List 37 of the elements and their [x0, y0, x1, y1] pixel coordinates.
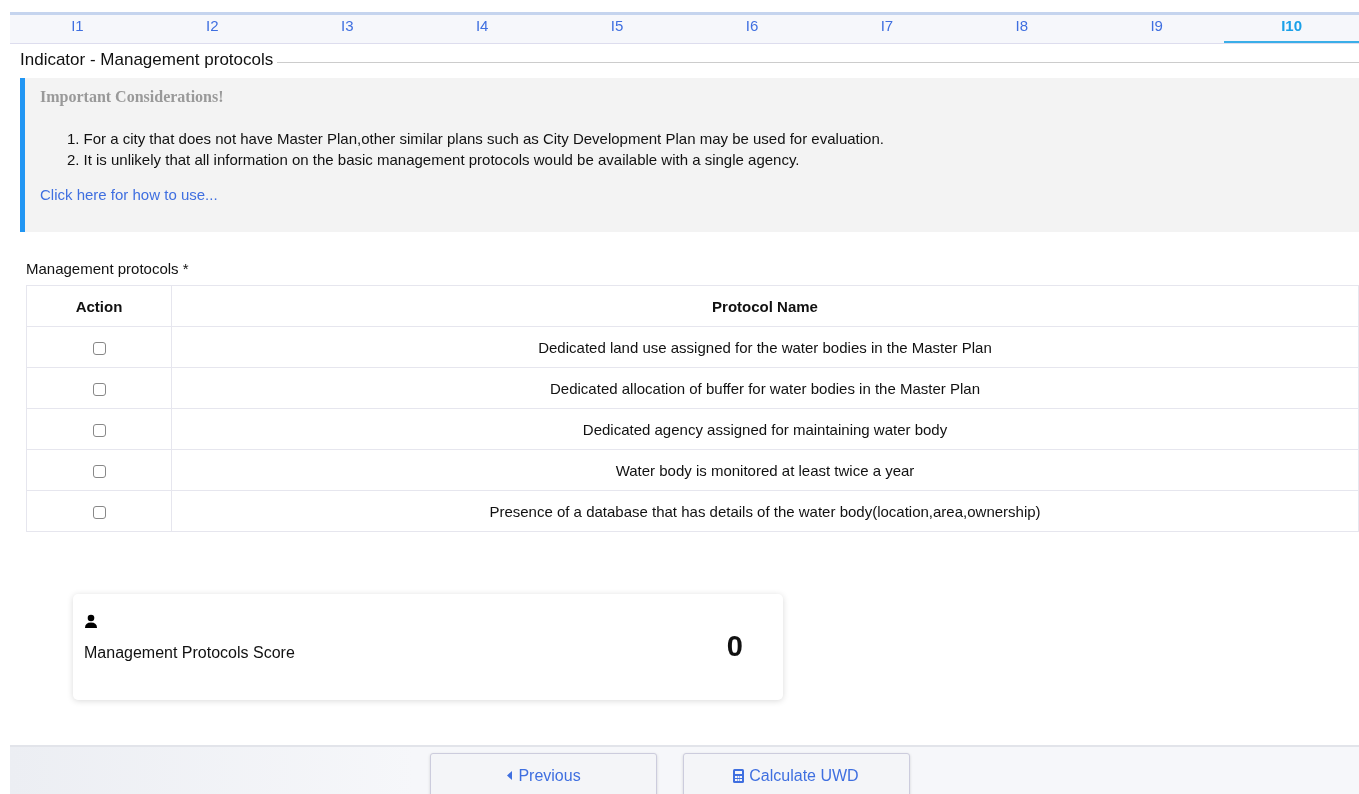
checkbox[interactable]: [92, 506, 106, 520]
indicator-tab[interactable]: I1: [10, 15, 145, 43]
indicator-tab[interactable]: I3: [279, 15, 415, 43]
person-icon: [84, 614, 98, 628]
checkbox[interactable]: [92, 383, 106, 397]
indicator-tab[interactable]: I5: [549, 15, 685, 43]
protocol-name-cell: Dedicated agency assigned for maintaining water body: [171, 408, 1359, 450]
note-title: Important Considerations!: [40, 88, 224, 106]
calculate-button[interactable]: Calculate UWD: [682, 753, 910, 794]
previous-button[interactable]: Previous: [429, 753, 657, 794]
indicator-tab[interactable]: I9: [1089, 15, 1225, 43]
caret-left-icon: [505, 770, 514, 781]
consideration-item: For a city that does not have Master Plan,other similar plans such as City Development Plan may be used for evaluation.: [83, 129, 884, 149]
checkbox[interactable]: [92, 342, 106, 356]
indicator-tab[interactable]: I6: [684, 15, 820, 43]
score-value: 0: [726, 629, 743, 663]
indicator-tab[interactable]: I7: [819, 15, 955, 43]
checkbox[interactable]: [92, 424, 106, 438]
indicator-tab[interactable]: I2: [144, 15, 280, 43]
indicator-tab[interactable]: I8: [954, 15, 1090, 43]
protocol-name-cell: Dedicated allocation of buffer for water bodies in the Master Plan: [171, 367, 1359, 409]
calculator-icon: [733, 768, 745, 783]
list-number: 1.: [67, 129, 80, 149]
consideration-item: It is unlikely that all information on the basic management protocols would be available with a single agency.: [83, 150, 800, 170]
protocol-name-cell: Presence of a database that has details of the water body(location,area,ownership): [171, 490, 1359, 532]
indicator-tab[interactable]: I10: [1224, 15, 1359, 43]
help-link[interactable]: Click here for how to use...: [40, 186, 218, 203]
column-header: Protocol Name: [171, 285, 1359, 327]
indicator-tab[interactable]: I4: [414, 15, 550, 43]
protocol-name-cell: Dedicated land use assigned for the water bodies in the Master Plan: [171, 326, 1359, 368]
field-label: Management protocols *: [26, 260, 189, 277]
score-label: Management Protocols Score: [84, 644, 295, 662]
column-header: Action: [26, 285, 172, 327]
section-title: Indicator - Management protocols: [19, 50, 275, 70]
list-number: 2.: [67, 150, 80, 170]
checkbox[interactable]: [92, 465, 106, 479]
protocol-name-cell: Water body is monitored at least twice a year: [171, 449, 1359, 491]
